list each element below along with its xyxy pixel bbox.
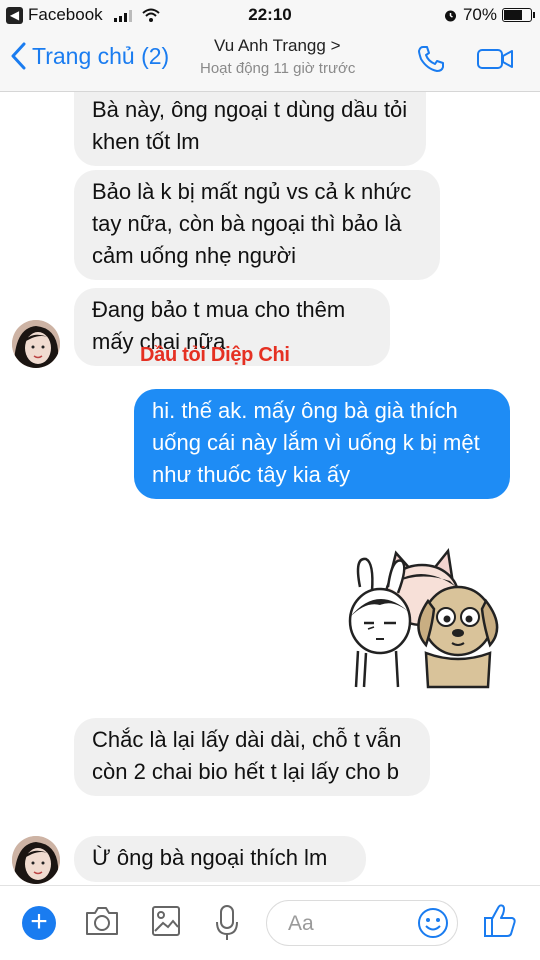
- message-bubble-incoming[interactable]: Chắc là lại lấy dài dài, chỗ t vẫn còn 2…: [74, 718, 430, 796]
- header-actions: [416, 44, 514, 74]
- battery-icon: [502, 8, 535, 22]
- battery-fill: [504, 10, 522, 20]
- message-composer: + Aa: [0, 885, 540, 960]
- contact-avatar[interactable]: [12, 320, 60, 368]
- sticker[interactable]: [340, 547, 510, 692]
- smiley-icon[interactable]: [417, 907, 449, 939]
- plus-icon[interactable]: +: [22, 906, 56, 940]
- alarm-icon: [444, 10, 456, 21]
- message-input-placeholder: Aa: [288, 912, 314, 935]
- contact-name: Vu Anh Trangg >: [214, 36, 341, 55]
- status-right: 70%: [443, 5, 535, 25]
- presence-status: Hoạt động 11 giờ trước: [200, 60, 356, 77]
- message-bubble-incoming[interactable]: Bảo là k bị mất ngủ vs cả k nhức tay nữa…: [74, 170, 440, 280]
- contact-avatar[interactable]: [12, 836, 60, 884]
- watermark-text: Dầu tỏi Diệp Chi: [140, 344, 290, 366]
- back-label: Trang chủ (2): [32, 42, 170, 69]
- image-icon[interactable]: [150, 904, 182, 938]
- microphone-icon[interactable]: [214, 904, 240, 942]
- battery-percent: 70%: [462, 5, 497, 24]
- message-bubble-outgoing[interactable]: hi. thế ak. mấy ông bà già thích uống cá…: [134, 389, 510, 499]
- message-bubble-incoming[interactable]: Ừ ông bà ngoại thích lm: [74, 836, 366, 882]
- camera-icon[interactable]: [84, 904, 120, 938]
- contact-info[interactable]: Vu Anh Trangg > Hoạt động 11 giờ trước: [200, 36, 400, 77]
- conversation-header: Trang chủ (2) Vu Anh Trangg > Hoạt động …: [0, 30, 540, 92]
- message-list[interactable]: Bà này, ông ngoại t dùng dầu tỏi khen tố…: [0, 92, 540, 885]
- phone-icon[interactable]: [416, 44, 446, 74]
- video-camera-icon[interactable]: [476, 46, 514, 72]
- message-bubble-incoming[interactable]: Bà này, ông ngoại t dùng dầu tỏi khen tố…: [74, 92, 426, 166]
- back-chevron-icon: [11, 42, 26, 70]
- message-input[interactable]: Aa: [266, 900, 458, 946]
- back-button[interactable]: Trang chủ (2): [10, 42, 169, 70]
- thumbs-up-icon[interactable]: [482, 902, 518, 940]
- status-bar: ◀ Facebook 22:10 70%: [0, 0, 540, 30]
